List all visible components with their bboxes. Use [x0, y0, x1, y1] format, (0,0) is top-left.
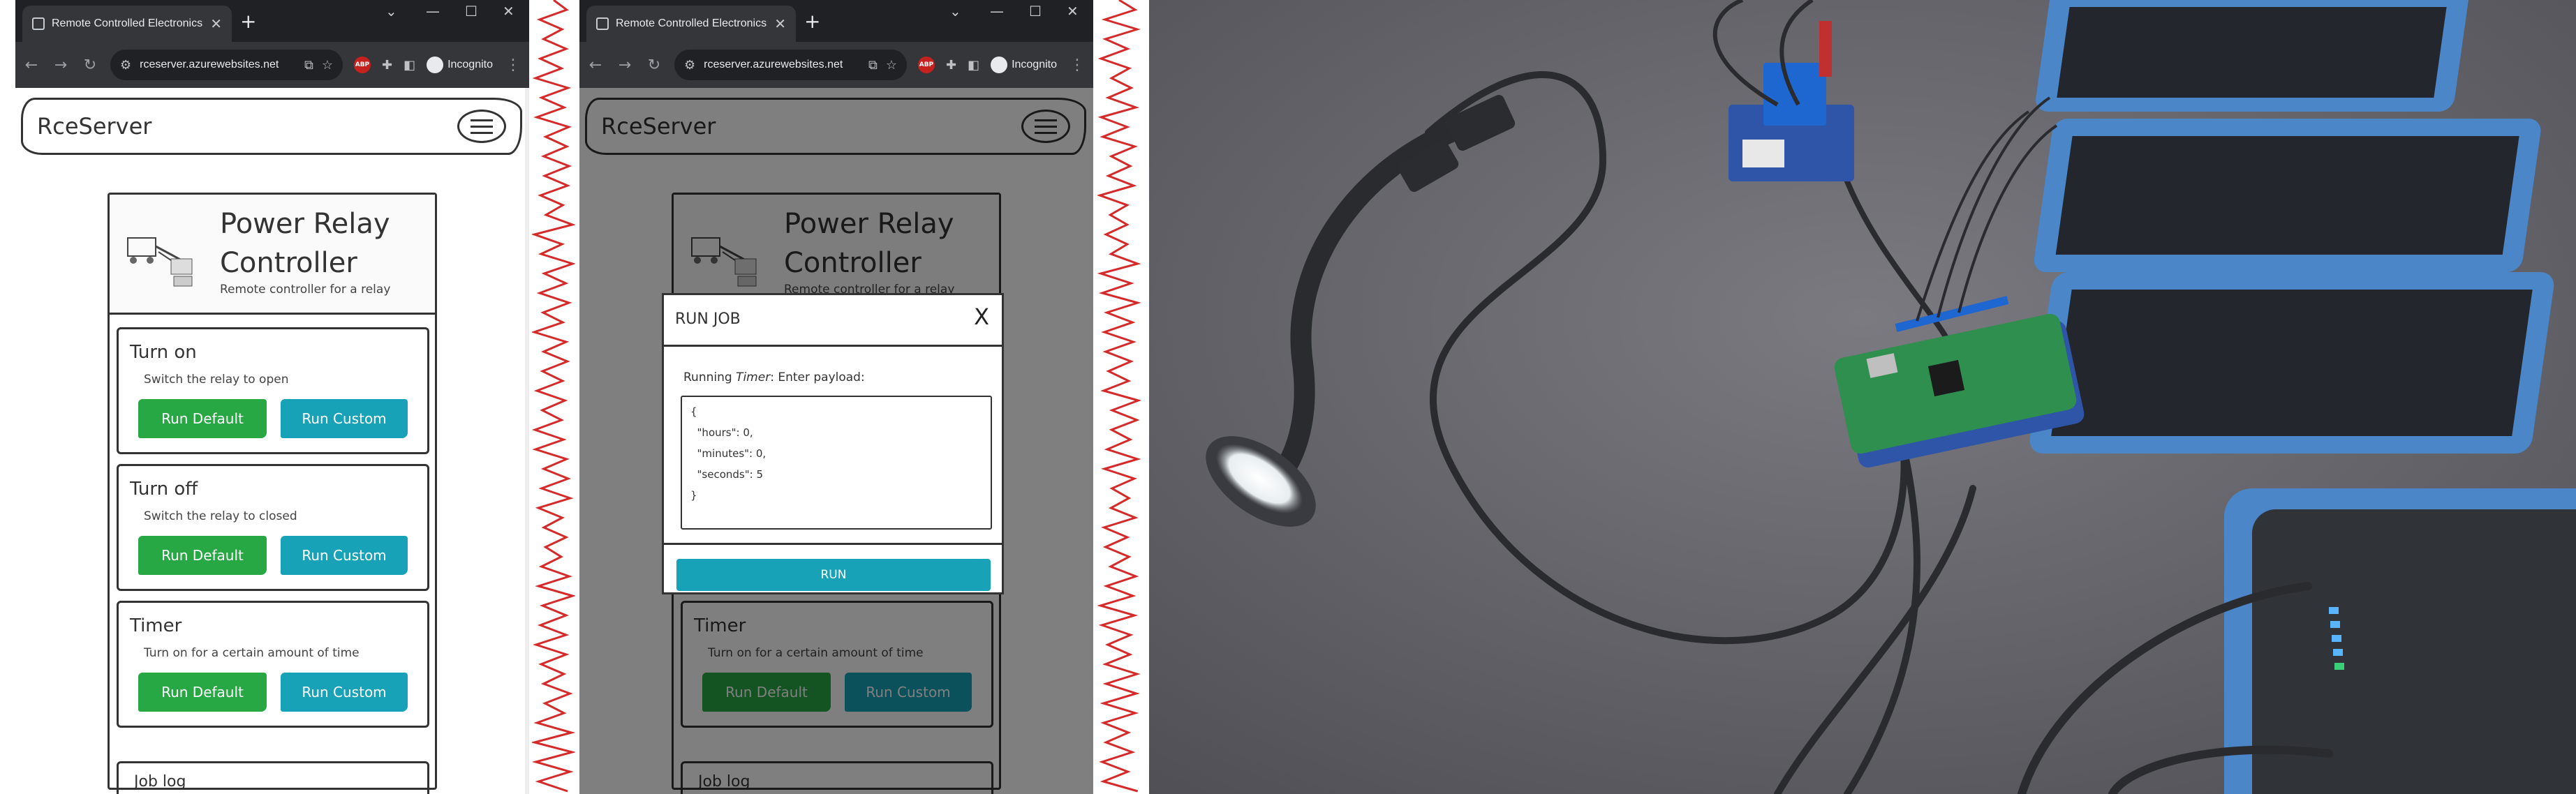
browser-window-modal: Remote Controlled Electronics ✕ + ⌄ — ☐ … [579, 0, 1093, 794]
incognito-badge[interactable]: Incognito [991, 57, 1057, 73]
new-tab-icon[interactable]: + [804, 10, 820, 33]
address-bar[interactable]: ⚙ rceserver.azurewebsites.net ⧉ ☆ [674, 50, 907, 80]
job-name: Turn off [130, 479, 198, 500]
page-favicon-icon [596, 17, 609, 30]
page-viewport: RceServer Power Relay Controller Remote … [579, 88, 1093, 794]
browser-tab[interactable]: Remote Controlled Electronics ✕ [586, 6, 796, 42]
modal-body: Running Timer: Enter payload: { "hours":… [664, 347, 1002, 545]
tab-title: Remote Controlled Electronics [616, 17, 767, 29]
job-turn-on: Turn on Switch the relay to open Run Def… [117, 327, 429, 454]
job-name: Timer [130, 615, 182, 636]
hardware-setup-photo [1149, 0, 2576, 794]
job-name: Turn on [130, 342, 197, 363]
divider-squiggle [1097, 0, 1141, 793]
site-info-icon[interactable]: ⚙ [684, 58, 695, 73]
menu-kebab-icon[interactable]: ⋮ [504, 57, 522, 74]
incognito-label: Incognito [447, 59, 493, 70]
side-panel-icon[interactable]: ◧ [968, 58, 979, 73]
prompt-job-name: Timer [736, 370, 771, 384]
install-app-icon[interactable]: ⧉ [304, 58, 313, 73]
incognito-badge[interactable]: Incognito [427, 57, 493, 73]
back-icon[interactable]: ← [586, 57, 605, 74]
close-window-icon[interactable]: ✕ [503, 3, 515, 20]
divider-squiggle [532, 0, 575, 793]
url-text: rceserver.azurewebsites.net [140, 59, 279, 70]
incognito-label: Incognito [1012, 59, 1057, 70]
tab-search-icon[interactable]: ⌄ [385, 3, 397, 20]
card-subtitle: Remote controller for a relay [220, 283, 391, 297]
side-panel-icon[interactable]: ◧ [404, 58, 415, 73]
back-icon[interactable]: ← [22, 57, 40, 74]
job-description: Switch the relay to open [144, 373, 289, 387]
extensions-icon[interactable]: ✚ [946, 58, 956, 73]
run-custom-button[interactable]: Run Custom [281, 399, 408, 438]
extensions-icon[interactable]: ✚ [382, 58, 392, 73]
forward-icon[interactable]: → [52, 57, 70, 74]
modal-title: RUN JOB [675, 310, 741, 328]
menu-kebab-icon[interactable]: ⋮ [1068, 57, 1086, 74]
minimize-icon[interactable]: — [426, 3, 440, 20]
browser-toolbar: ← → ↻ ⚙ rceserver.azurewebsites.net ⧉ ☆ … [579, 42, 1093, 88]
reload-icon[interactable]: ↻ [645, 57, 663, 74]
run-job-modal: RUN JOB X Running Timer: Enter payload: … [662, 293, 1004, 594]
tab-close-icon[interactable]: ✕ [210, 15, 222, 33]
bookmark-star-icon[interactable]: ☆ [322, 58, 333, 73]
page-favicon-icon [32, 17, 45, 30]
new-tab-icon[interactable]: + [240, 10, 256, 33]
address-bar[interactable]: ⚙ rceserver.azurewebsites.net ⧉ ☆ [110, 50, 343, 80]
maximize-icon[interactable]: ☐ [465, 3, 478, 20]
run-custom-button[interactable]: Run Custom [281, 673, 408, 712]
bookmark-star-icon[interactable]: ☆ [886, 58, 897, 73]
browser-tab-strip: Remote Controlled Electronics ✕ + ⌄ — ☐ … [579, 0, 1093, 42]
job-log-section[interactable]: Job log [117, 761, 429, 794]
card-title: Power Relay Controller [220, 208, 390, 279]
run-button[interactable]: RUN [676, 559, 991, 591]
site-info-icon[interactable]: ⚙ [120, 58, 131, 73]
job-description: Switch the relay to closed [144, 509, 297, 523]
run-custom-button[interactable]: Run Custom [281, 536, 408, 575]
tab-close-icon[interactable]: ✕ [774, 15, 786, 33]
browser-tab-strip: Remote Controlled Electronics ✕ + ⌄ — ☐ … [15, 0, 529, 42]
minimize-icon[interactable]: — [990, 3, 1004, 20]
modal-header: RUN JOB X [664, 295, 1002, 347]
adblock-icon[interactable]: ABP [917, 57, 935, 73]
payload-prompt: Running Timer: Enter payload: [683, 370, 865, 384]
browser-toolbar: ← → ↻ ⚙ rceserver.azurewebsites.net ⧉ ☆ … [15, 42, 529, 88]
forward-icon[interactable]: → [616, 57, 634, 74]
run-default-button[interactable]: Run Default [138, 673, 267, 712]
hamburger-menu-icon[interactable] [457, 110, 506, 143]
navbar: RceServer [21, 98, 522, 155]
card-header: Power Relay Controller Remote controller… [110, 195, 435, 315]
close-icon[interactable]: X [974, 304, 989, 330]
browser-window-main: Remote Controlled Electronics ✕ + ⌄ — ☐ … [15, 0, 529, 794]
scrollbar[interactable] [525, 88, 529, 794]
device-card: Power Relay Controller Remote controller… [108, 193, 437, 794]
tab-title: Remote Controlled Electronics [52, 17, 203, 29]
url-text: rceserver.azurewebsites.net [704, 59, 843, 70]
reload-icon[interactable]: ↻ [81, 57, 99, 74]
page-viewport: RceServer Power Relay Controller Remote … [15, 88, 529, 794]
browser-tab[interactable]: Remote Controlled Electronics ✕ [22, 6, 232, 42]
close-window-icon[interactable]: ✕ [1067, 3, 1079, 20]
tab-search-icon[interactable]: ⌄ [949, 3, 961, 20]
job-turn-off: Turn off Switch the relay to closed Run … [117, 464, 429, 591]
job-timer: Timer Turn on for a certain amount of ti… [117, 601, 429, 728]
prompt-prefix: Running [683, 370, 736, 384]
relay-illustration-image [127, 237, 193, 287]
brand-link[interactable]: RceServer [37, 113, 457, 140]
run-default-button[interactable]: Run Default [138, 399, 267, 438]
install-app-icon[interactable]: ⧉ [868, 58, 878, 73]
maximize-icon[interactable]: ☐ [1029, 3, 1042, 20]
run-default-button[interactable]: Run Default [138, 536, 267, 575]
payload-textarea[interactable]: { "hours": 0, "minutes": 0, "seconds": 5… [681, 396, 992, 530]
job-description: Turn on for a certain amount of time [144, 646, 360, 660]
incognito-icon [427, 57, 444, 73]
adblock-icon[interactable]: ABP [353, 57, 371, 73]
incognito-icon [991, 57, 1008, 73]
prompt-suffix: : Enter payload: [770, 370, 865, 384]
